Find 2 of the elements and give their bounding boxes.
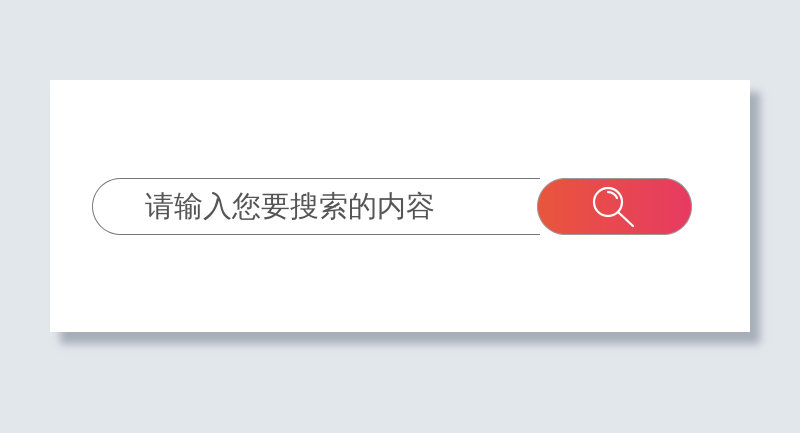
search-button[interactable]	[537, 178, 692, 234]
search-field[interactable]: 请输入您要搜索的内容	[92, 178, 540, 234]
